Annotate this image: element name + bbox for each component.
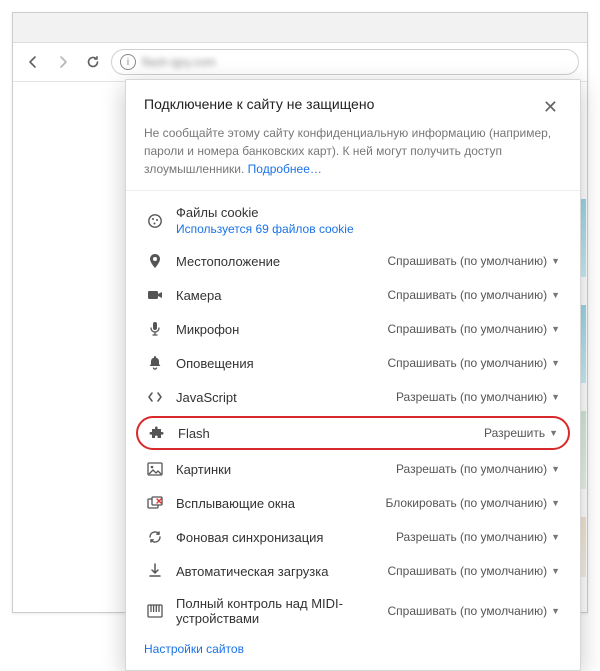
code-icon (146, 388, 164, 406)
mic-icon (146, 320, 164, 338)
perm-label: Полный контроль над MIDI-устройствами (176, 596, 375, 626)
perm-row-notifications: Оповещения Спрашивать (по умолчанию)▼ (144, 346, 562, 380)
perm-label: Местоположение (176, 254, 375, 269)
cookie-icon (146, 212, 164, 230)
perm-row-camera: Камера Спрашивать (по умолчанию)▼ (144, 278, 562, 312)
site-settings-link[interactable]: Настройки сайтов (144, 642, 244, 656)
perm-label: Микрофон (176, 322, 375, 337)
popup-blocked-icon (146, 494, 164, 512)
perm-label: Картинки (176, 462, 384, 477)
url-bar[interactable]: i flash-igry.com (111, 49, 579, 75)
perm-value-dropdown[interactable]: Разрешить▼ (484, 426, 558, 440)
perm-row-downloads: Автоматическая загрузка Спрашивать (по у… (144, 554, 562, 588)
sync-icon (146, 528, 164, 546)
download-icon (146, 562, 164, 580)
tabstrip (13, 13, 587, 43)
popup-subtitle-text: Не сообщайте этому сайту конфиденциальну… (144, 126, 551, 176)
perm-row-images: Картинки Разрешать (по умолчанию)▼ (144, 452, 562, 486)
perm-row-cookies: Файлы cookie Используется 69 файлов cook… (144, 197, 562, 244)
divider (126, 190, 580, 191)
site-info-popup: Подключение к сайту не защищено ✕ Не соо… (125, 79, 581, 671)
toolbar: i flash-igry.com (13, 43, 587, 82)
perm-label: Камера (176, 288, 375, 303)
perm-value-dropdown[interactable]: Спрашивать (по умолчанию)▼ (387, 564, 560, 578)
perm-label: Файлы cookie (176, 205, 354, 220)
bell-icon (146, 354, 164, 372)
puzzle-icon (148, 424, 166, 442)
perm-value-dropdown[interactable]: Блокировать (по умолчанию)▼ (385, 496, 560, 510)
perm-value-dropdown[interactable]: Разрешать (по умолчанию)▼ (396, 390, 560, 404)
perm-label: Фоновая синхронизация (176, 530, 384, 545)
cookies-link[interactable]: Используется 69 файлов cookie (176, 222, 354, 236)
camera-icon (146, 286, 164, 304)
perm-value-dropdown[interactable]: Спрашивать (по умолчанию)▼ (387, 322, 560, 336)
perm-row-midi: Полный контроль над MIDI-устройствами Сп… (144, 588, 562, 634)
perm-row-javascript: JavaScript Разрешать (по умолчанию)▼ (144, 380, 562, 414)
perm-value-dropdown[interactable]: Спрашивать (по умолчанию)▼ (387, 604, 560, 618)
perm-value-dropdown[interactable]: Разрешать (по умолчанию)▼ (396, 462, 560, 476)
perm-row-bgsync: Фоновая синхронизация Разрешать (по умол… (144, 520, 562, 554)
perm-row-location: Местоположение Спрашивать (по умолчанию)… (144, 244, 562, 278)
perm-label: Всплывающие окна (176, 496, 373, 511)
perm-row-mic: Микрофон Спрашивать (по умолчанию)▼ (144, 312, 562, 346)
perm-label: Автоматическая загрузка (176, 564, 375, 579)
perm-row-popups: Всплывающие окна Блокировать (по умолчан… (144, 486, 562, 520)
perm-value-dropdown[interactable]: Спрашивать (по умолчанию)▼ (387, 254, 560, 268)
perm-label: Flash (178, 426, 472, 441)
close-icon[interactable]: ✕ (539, 96, 562, 118)
url-text: flash-igry.com (142, 55, 216, 69)
perm-label: JavaScript (176, 390, 384, 405)
perm-row-flash: Flash Разрешить▼ (136, 416, 570, 450)
image-icon (146, 460, 164, 478)
perm-value-dropdown[interactable]: Разрешать (по умолчанию)▼ (396, 530, 560, 544)
site-info-icon[interactable]: i (120, 54, 136, 70)
learn-more-link[interactable]: Подробнее… (248, 162, 322, 176)
location-icon (146, 252, 164, 270)
midi-icon (146, 602, 164, 620)
perm-value-dropdown[interactable]: Спрашивать (по умолчанию)▼ (387, 288, 560, 302)
back-button[interactable] (21, 50, 45, 74)
perm-value-dropdown[interactable]: Спрашивать (по умолчанию)▼ (387, 356, 560, 370)
perm-label: Оповещения (176, 356, 375, 371)
popup-title: Подключение к сайту не защищено (144, 96, 374, 112)
reload-button[interactable] (81, 50, 105, 74)
forward-button[interactable] (51, 50, 75, 74)
popup-subtitle: Не сообщайте этому сайту конфиденциальну… (144, 124, 562, 178)
